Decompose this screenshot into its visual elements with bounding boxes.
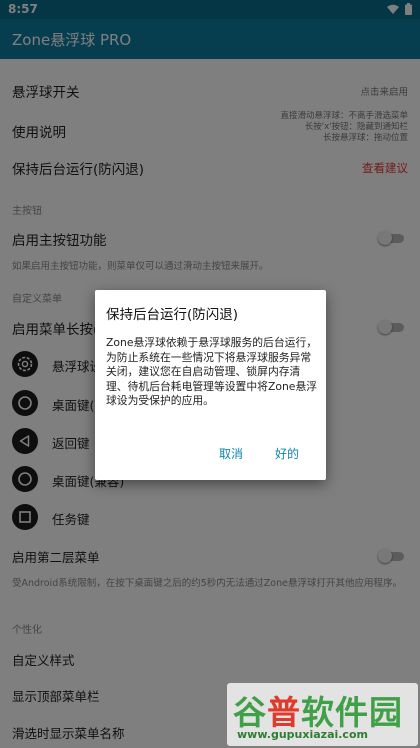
cancel-button[interactable]: 取消 [215, 443, 247, 464]
watermark-logo: 谷普软件园 www.gupuxiazai.com [227, 683, 418, 746]
ok-button[interactable]: 好的 [271, 443, 303, 464]
watermark-url: www.gupuxiazai.com [237, 728, 368, 741]
watermark-brand: 谷普软件园 [233, 686, 403, 734]
watermark-brand-part: 谷 [233, 693, 267, 732]
dialog-message: Zone悬浮球依赖于悬浮球服务的后台运行，为防止系统在一些情况下将悬浮球服务异常… [106, 336, 318, 408]
dialog-title: 保持后台运行(防闪退) [106, 307, 239, 323]
watermark-brand-part: 普 [267, 693, 301, 732]
watermark-brand-part: 软件园 [301, 693, 403, 732]
keep-alive-dialog: 保持后台运行(防闪退) Zone悬浮球依赖于悬浮球服务的后台运行，为防止系统在一… [95, 290, 326, 480]
